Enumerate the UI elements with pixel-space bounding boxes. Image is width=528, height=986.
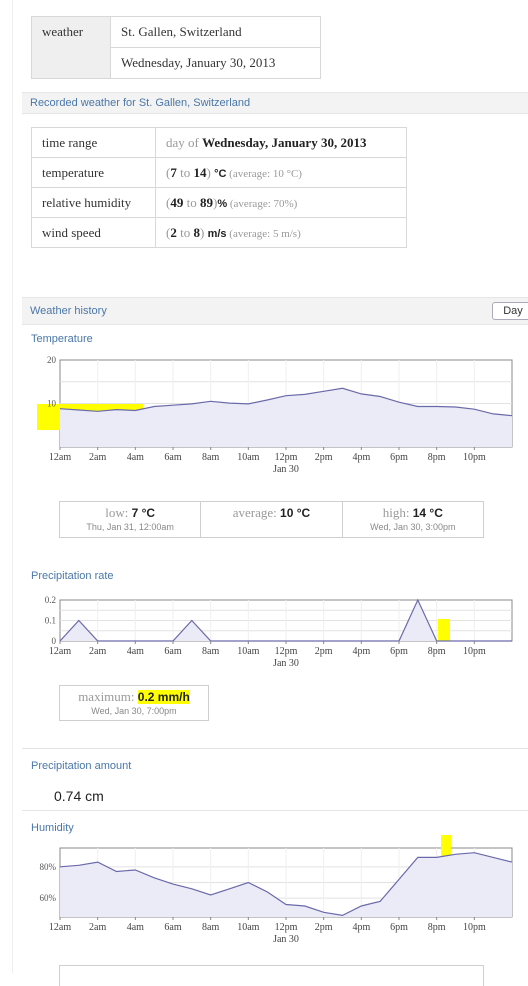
precip-max-time: Wed, Jan 30, 7:00pm [91, 706, 177, 716]
precip-amount-value: 0.74 cm [54, 788, 104, 804]
temperature-high-value: 14 °C [412, 506, 443, 520]
x-tick-label: 10am [237, 452, 259, 463]
row-value-temperature: (7 to 14) °C (average: 10 °C) [155, 157, 407, 188]
temperature-avg-value: 10 °C [280, 506, 311, 520]
highlight-mark [441, 835, 451, 858]
precip-max-box: maximum: 0.2 mm/h Wed, Jan 30, 7:00pm [59, 685, 209, 721]
temperature-low-value: 7 °C [131, 506, 156, 520]
temperature-chart: 10 20 12am 2am 4am 6am 8am 10am 12pm 2pm 4pm 6pm 8pm… [37, 355, 513, 475]
row-label-time-range: time range [31, 127, 156, 158]
temperature-low-label: low: [105, 505, 132, 520]
x-tick-label: 6am [164, 646, 181, 657]
x-tick-label: 2pm [315, 452, 333, 463]
x-tick-label: 6pm [390, 922, 408, 933]
y-tick-label: 20 [47, 355, 57, 365]
header-location[interactable]: St. Gallen, Switzerland [110, 16, 321, 48]
x-tick-label: 6pm [390, 452, 408, 463]
header-date[interactable]: Wednesday, January 30, 2013 [110, 47, 321, 79]
x-sublabel: Jan 30 [273, 658, 299, 669]
temperature-avg-cell: average: 10 °C [201, 502, 343, 537]
x-tick-label: 2pm [315, 922, 333, 933]
humidity-stats-box [59, 965, 484, 986]
header-label: weather [42, 24, 84, 39]
x-tick-label: 8pm [428, 452, 446, 463]
page-edge [12, 0, 13, 973]
x-tick-label: 12am [49, 922, 71, 933]
header-box: weather St. Gallen, Switzerland Wednesda… [31, 16, 321, 79]
x-tick-label: 6am [164, 452, 181, 463]
x-tick-label: 10pm [463, 646, 486, 657]
humidity-chart: 60% 80% 12am 2am 4am 6am 8am 10am 12pm 2pm 4pm 6pm 8… [40, 835, 513, 945]
y-tick-label: 0.1 [45, 616, 56, 626]
temperature-high-time: Wed, Jan 30, 3:00pm [370, 522, 456, 532]
row-value-time-range: day of Wednesday, January 30, 2013 [155, 127, 407, 158]
x-tick-label: 8am [202, 452, 219, 463]
row-label-temperature: temperature [31, 157, 156, 188]
day-button[interactable]: Day [492, 302, 528, 320]
table-row: time range day of Wednesday, January 30,… [31, 127, 407, 158]
x-tick-label: 10am [237, 646, 259, 657]
x-tick-label: 12pm [275, 646, 298, 657]
row-value-wind: (2 to 8) m/s (average: 5 m/s) [155, 217, 407, 248]
x-tick-label: 4pm [352, 922, 370, 933]
precip-amount-title: Precipitation amount [31, 760, 132, 772]
table-row: relative humidity (49 to 89)% (average: … [31, 187, 407, 218]
temperature-avg-label: average: [232, 505, 281, 520]
x-tick-label: 6pm [390, 646, 408, 657]
history-title-bar: Weather history Day [22, 297, 528, 325]
x-tick-label: 10pm [463, 452, 486, 463]
x-tick-label: 4am [127, 452, 144, 463]
x-tick-label: 8am [202, 646, 219, 657]
x-tick-label: 4am [127, 922, 144, 933]
y-tick-label: 0 [52, 636, 57, 646]
temperature-low-cell: low: 7 °C Thu, Jan 31, 12:00am [60, 502, 202, 537]
x-tick-label: 4pm [352, 452, 370, 463]
x-tick-label: 2am [89, 646, 106, 657]
temperature-stats: low: 7 °C Thu, Jan 31, 12:00am average: … [59, 501, 484, 538]
x-sublabel: Jan 30 [273, 464, 299, 475]
x-tick-label: 8pm [428, 646, 446, 657]
x-tick-label: 6am [164, 922, 181, 933]
history-title: Weather history [30, 305, 107, 317]
row-label-wind: wind speed [31, 217, 156, 248]
x-tick-label: 4pm [352, 646, 370, 657]
x-tick-label: 2pm [315, 646, 333, 657]
table-row: temperature (7 to 14) °C (average: 10 °C… [31, 157, 407, 188]
x-tick-label: 2am [89, 452, 106, 463]
row-label-humidity: relative humidity [31, 187, 156, 218]
recorded-title-bar: Recorded weather for St. Gallen, Switzer… [22, 92, 528, 114]
x-tick-label: 2am [89, 922, 106, 933]
y-tick-label: 0.2 [45, 595, 56, 605]
temperature-low-time: Thu, Jan 31, 12:00am [86, 522, 174, 532]
temperature-high-cell: high: 14 °C Wed, Jan 30, 3:00pm [343, 502, 483, 537]
recorded-title: Recorded weather for St. Gallen, Switzer… [30, 97, 251, 109]
x-tick-label: 4am [127, 646, 144, 657]
x-tick-label: 12am [49, 452, 71, 463]
x-tick-label: 12pm [275, 452, 298, 463]
y-tick-label: 10 [47, 399, 57, 409]
x-tick-label: 10pm [463, 922, 486, 933]
table-row: wind speed (2 to 8) m/s (average: 5 m/s) [31, 217, 407, 248]
recorded-table: time range day of Wednesday, January 30,… [31, 127, 407, 248]
x-tick-label: 10am [237, 922, 259, 933]
y-tick-label: 60% [40, 893, 57, 903]
header-label-cell: weather [31, 16, 111, 79]
x-tick-label: 12am [49, 646, 71, 657]
x-sublabel: Jan 30 [273, 934, 299, 945]
temperature-high-label: high: [382, 505, 413, 520]
divider [22, 748, 528, 749]
temperature-title: Temperature [31, 333, 93, 345]
precip-max-label: maximum: [78, 689, 138, 704]
highlight-mark [438, 619, 450, 641]
x-tick-label: 8pm [428, 922, 446, 933]
x-tick-label: 8am [202, 922, 219, 933]
y-tick-label: 80% [40, 862, 57, 872]
x-tick-label: 12pm [275, 922, 298, 933]
row-value-humidity: (49 to 89)% (average: 70%) [155, 187, 407, 218]
precip-rate-title: Precipitation rate [31, 570, 114, 582]
precip-max-value: 0.2 mm/h [137, 690, 190, 704]
precip-rate-chart: 0 0.1 0.2 12am 2am 4am 6am 8am 10am 12pm 2pm 4pm 6pm… [45, 595, 513, 669]
divider [22, 810, 528, 811]
